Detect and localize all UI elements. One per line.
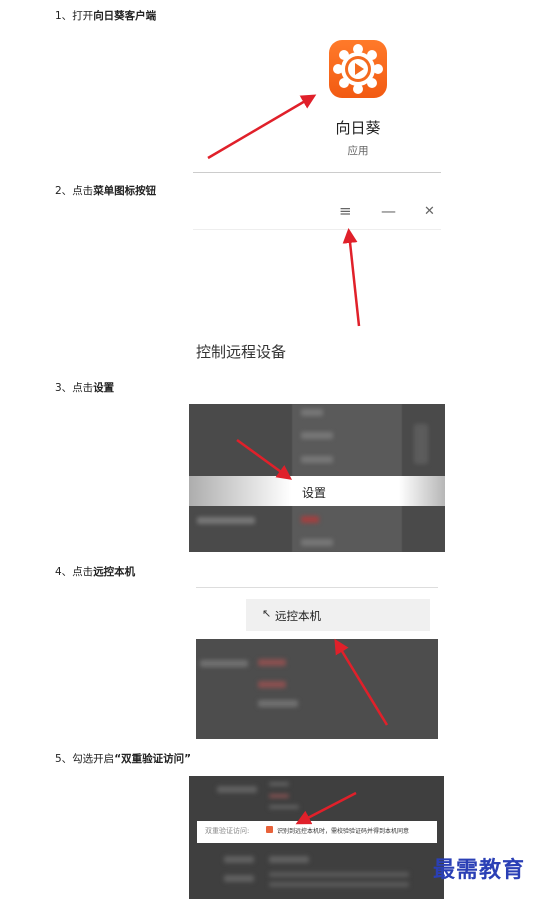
minimize-icon[interactable]: — xyxy=(381,202,396,220)
screenshot-title-bar: ≡ — ✕ 控制远程设备 xyxy=(193,195,441,365)
step-number: 5、 xyxy=(55,753,73,765)
step-number: 1、 xyxy=(55,10,73,22)
blurred-item xyxy=(224,875,254,882)
divider xyxy=(193,172,441,173)
sunlogin-app-icon[interactable] xyxy=(329,40,387,98)
blurred-item xyxy=(301,409,323,416)
step-keyword: “双重验证访问” xyxy=(114,753,191,765)
screenshot-remote-panel: ↖ 远控本机 xyxy=(196,587,438,739)
blurred-item xyxy=(258,700,298,707)
control-remote-title: 控制远程设备 xyxy=(196,343,287,361)
step-text: 点击 xyxy=(72,382,94,394)
screenshot-app-launcher: 向日葵 应用 xyxy=(193,25,441,173)
blurred-item xyxy=(258,659,286,666)
blurred-item xyxy=(414,424,428,464)
step-text: 打开 xyxy=(72,10,94,22)
settings-label: 设置 xyxy=(302,486,327,500)
sunflower-icon xyxy=(333,44,383,94)
blurred-item xyxy=(301,432,333,439)
divider xyxy=(193,229,441,230)
blurred-item xyxy=(301,456,333,463)
blurred-item xyxy=(224,856,254,863)
step-text: 勾选开启 xyxy=(72,753,115,765)
app-type: 应用 xyxy=(347,145,369,157)
step-keyword: 菜单图标按钮 xyxy=(93,185,157,197)
blurred-item xyxy=(301,539,333,546)
step-text: 点击 xyxy=(72,185,94,197)
double-verification-description: 识别到远控本机时，需校验验证码并得到本机同意 xyxy=(277,828,410,835)
blurred-item xyxy=(200,660,248,667)
step-5-heading: 5、勾选开启“双重验证访问” xyxy=(55,751,191,766)
remote-this-machine-button[interactable] xyxy=(246,599,430,631)
blurred-item xyxy=(269,882,409,887)
step-2-heading: 2、点击菜单图标按钮 xyxy=(55,183,156,198)
blurred-item xyxy=(269,856,309,863)
step-keyword: 设置 xyxy=(93,382,115,394)
close-icon[interactable]: ✕ xyxy=(424,204,435,219)
blurred-item xyxy=(217,786,257,793)
screenshot-security-settings: 双重验证访问: 识别到远控本机时，需校验验证码并得到本机同意 xyxy=(189,776,444,899)
menu-icon[interactable]: ≡ xyxy=(339,202,352,220)
cursor-icon: ↖ xyxy=(262,607,272,620)
blurred-item xyxy=(301,516,319,523)
step-text: 点击 xyxy=(72,566,94,578)
screenshot-menu-dropdown: 设置 xyxy=(189,404,445,552)
blurred-item xyxy=(197,517,255,524)
watermark-logo: 最需教育 xyxy=(433,857,526,883)
step-3-heading: 3、点击设置 xyxy=(55,380,114,395)
blurred-item xyxy=(269,782,289,786)
step-1-heading: 1、打开向日葵客户端 xyxy=(55,8,156,23)
double-verification-checkbox[interactable] xyxy=(266,826,273,833)
step-keyword: 向日葵客户端 xyxy=(93,10,157,22)
blurred-item xyxy=(269,794,289,798)
blurred-item xyxy=(258,681,286,688)
divider xyxy=(196,587,438,588)
app-name: 向日葵 xyxy=(335,119,381,137)
step-4-heading: 4、点击远控本机 xyxy=(55,564,135,579)
step-keyword: 远控本机 xyxy=(93,566,136,578)
remote-this-machine-label: 远控本机 xyxy=(275,609,321,623)
step-number: 2、 xyxy=(55,185,73,197)
blurred-item xyxy=(269,872,409,877)
step-number: 4、 xyxy=(55,566,73,578)
step-number: 3、 xyxy=(55,382,73,394)
blurred-item xyxy=(269,805,299,809)
double-verification-label: 双重验证访问: xyxy=(205,827,250,835)
